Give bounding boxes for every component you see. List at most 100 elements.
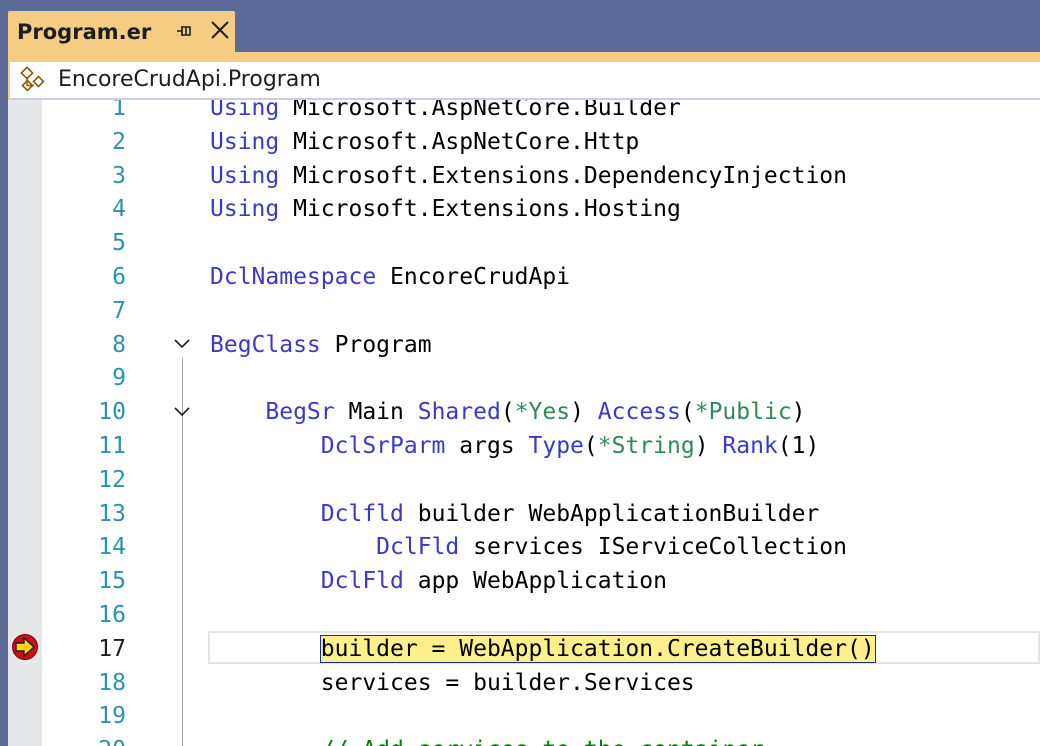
code-token: (	[680, 399, 695, 426]
code-line[interactable]: 6 DclNamespace EncoreCrudApi	[8, 260, 1040, 294]
code-token: *Yes	[514, 399, 571, 426]
line-number: 15	[98, 568, 126, 595]
code-text: Dclfld builder WebApplicationBuilder	[210, 497, 820, 531]
line-number: 16	[98, 602, 126, 628]
line-number: 4	[112, 196, 126, 223]
tab-strip: Program.er	[0, 0, 1040, 52]
code-token: Using	[210, 196, 280, 223]
line-number: 20	[44, 733, 126, 746]
code-line[interactable]: 4 Using Microsoft.Extensions.Hosting	[8, 192, 1040, 226]
line-number: 13	[98, 500, 126, 527]
code-line[interactable]: 10 BegSr Main Shared(*Yes) Access(*Publi…	[8, 395, 1040, 429]
line-number: 9	[112, 365, 126, 392]
code-token: Shared	[417, 399, 501, 426]
navigation-bar: EncoreCrudApi.Program	[8, 52, 1040, 100]
code-text: // Add services to the container	[210, 733, 764, 746]
line-number: 7	[112, 297, 126, 324]
code-token: Microsoft.AspNetCore.Http	[279, 128, 640, 155]
code-line[interactable]: 5	[8, 226, 1040, 260]
code-token: BegSr	[265, 399, 335, 426]
code-text: DclFld services IServiceCollection	[210, 530, 847, 564]
close-icon[interactable]	[209, 19, 231, 41]
code-token: *String	[597, 433, 695, 459]
code-line[interactable]: 15 DclFld app WebApplication	[8, 564, 1040, 598]
line-number: 14	[98, 534, 126, 561]
code-token: // Add services to the container	[321, 737, 764, 746]
code-line[interactable]: 17 builder = WebApplication.CreateBuilde…	[8, 632, 1040, 666]
code-text: builder = WebApplication.CreateBuilder()	[210, 632, 876, 666]
code-line[interactable]: 13 Dclfld builder WebApplicationBuilder	[8, 497, 1040, 531]
code-text: services = builder.Services	[210, 666, 695, 700]
code-token: Dclfld	[320, 500, 404, 527]
line-number: 18	[98, 669, 126, 696]
code-token: args	[445, 433, 529, 459]
code-line[interactable]: 19	[8, 699, 1040, 733]
scope-dropdown[interactable]: EncoreCrudApi.Program	[10, 61, 1040, 99]
code-text: Using Microsoft.AspNetCore.Http	[210, 125, 639, 159]
code-token: Microsoft.Extensions.Hosting	[279, 196, 681, 223]
pin-icon[interactable]	[175, 21, 195, 41]
code-token: )	[570, 399, 598, 426]
code-token: Microsoft.Extensions.DependencyInjection	[279, 162, 847, 189]
line-number: 19	[98, 703, 126, 730]
code-line[interactable]: 1 Using Microsoft.AspNetCore.Builder	[8, 100, 1040, 125]
code-token: Microsoft.AspNetCore.Builder	[279, 100, 681, 121]
code-text: DclNamespace EncoreCrudApi	[210, 260, 570, 294]
code-token: builder = WebApplication.CreateBuilder()	[319, 634, 876, 663]
code-text: BegSr Main Shared(*Yes) Access(*Public)	[210, 395, 806, 429]
line-number: 11	[98, 433, 126, 459]
line-number: 8	[112, 331, 126, 358]
code-token: (	[500, 399, 515, 426]
code-line[interactable]: 3 Using Microsoft.Extensions.DependencyIn…	[8, 159, 1040, 193]
code-line[interactable]: 2 Using Microsoft.AspNetCore.Http	[8, 125, 1040, 159]
code-token: )	[694, 433, 723, 459]
code-token: services = builder.Services	[210, 669, 695, 696]
code-editor[interactable]: 1 Using Microsoft.AspNetCore.Builder 2 Usin…	[8, 100, 1040, 746]
code-line[interactable]: 7	[8, 294, 1040, 328]
code-token: Using	[210, 162, 280, 189]
code-token: DclSrParm	[320, 433, 446, 459]
code-text: BegClass Program	[210, 328, 432, 362]
code-token: (	[583, 433, 598, 459]
class-icon	[20, 66, 45, 92]
line-number: 10	[98, 399, 126, 426]
code-token: Using	[210, 100, 280, 121]
document-tab[interactable]: Program.er	[8, 11, 235, 52]
code-token: DclFld	[376, 534, 460, 561]
code-token: services IServiceCollection	[459, 534, 847, 561]
code-token: DclNamespace	[210, 264, 377, 290]
code-line[interactable]: 8 BegClass Program	[8, 328, 1040, 362]
code-line[interactable]: 14 DclFld services IServiceCollection	[8, 530, 1040, 564]
code-token: Type	[528, 433, 584, 459]
code-token: )	[791, 399, 806, 426]
code-line[interactable]: 20 // Add services to the container	[8, 733, 1040, 746]
line-number: 3	[112, 162, 126, 189]
code-token: (1)	[777, 433, 820, 459]
code-line[interactable]: 18 services = builder.Services	[8, 666, 1040, 700]
line-number: 12	[98, 466, 126, 493]
code-text: Using Microsoft.AspNetCore.Builder	[210, 100, 681, 125]
code-token: Main	[334, 399, 418, 426]
code-line[interactable]: 16	[8, 598, 1040, 632]
code-token: EncoreCrudApi	[376, 264, 571, 290]
code-line[interactable]: 11 DclSrParm args Type(*String) Rank(1)	[8, 429, 1040, 463]
code-token: *Public	[694, 399, 792, 426]
code-text: Using Microsoft.Extensions.DependencyInj…	[210, 159, 847, 193]
code-token: app WebApplication	[403, 568, 667, 595]
code-text: Using Microsoft.Extensions.Hosting	[210, 192, 681, 226]
code-line[interactable]: 9	[8, 361, 1040, 395]
code-text: DclSrParm args Type(*String) Rank(1)	[210, 429, 820, 463]
code-token: Program	[320, 331, 432, 358]
code-text: DclFld app WebApplication	[210, 564, 667, 598]
line-number: 17	[98, 635, 126, 662]
code-line[interactable]: 12	[8, 463, 1040, 497]
tab-title: Program.er	[17, 19, 152, 44]
code-token: Using	[210, 128, 280, 155]
